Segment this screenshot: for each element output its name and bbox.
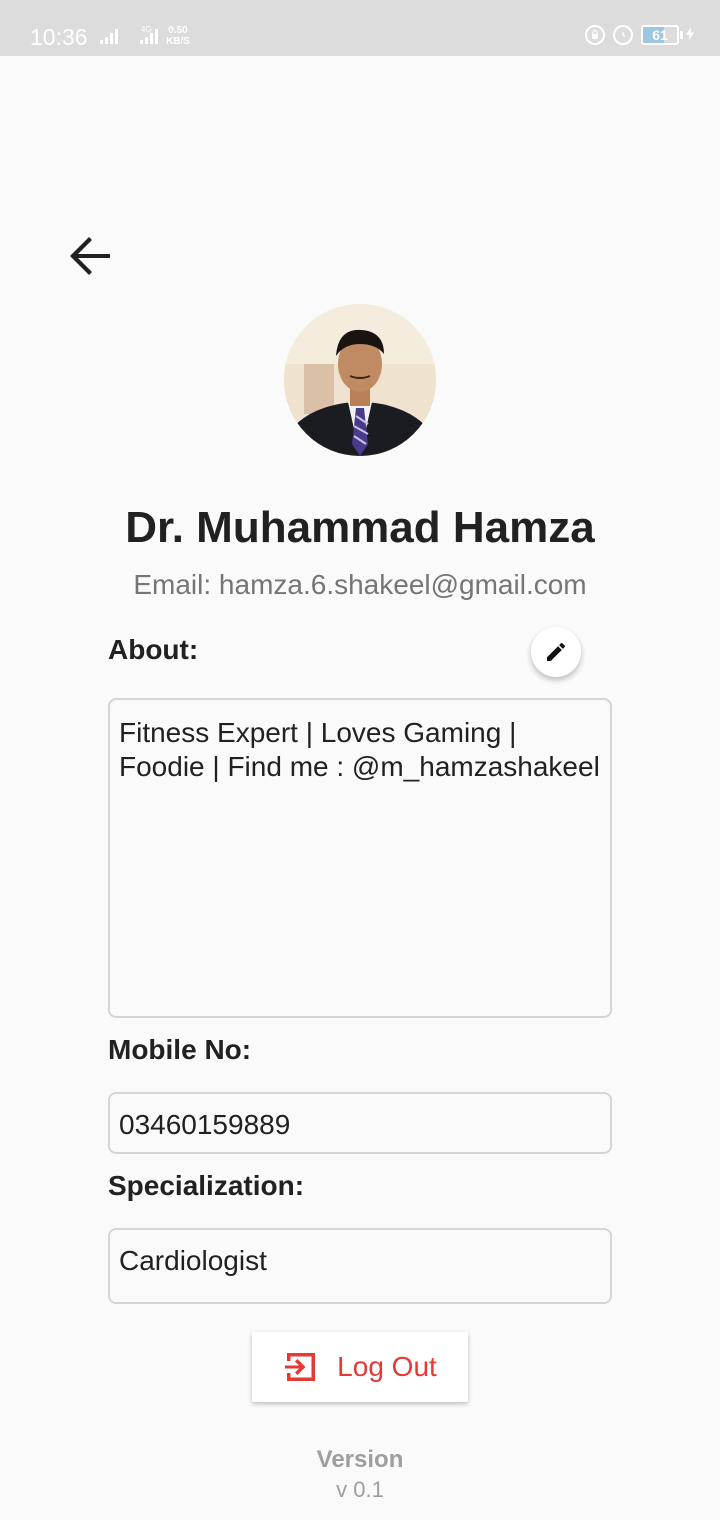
edit-about-button[interactable]	[531, 627, 581, 677]
mobile-field[interactable]: 03460159889	[108, 1092, 612, 1154]
version-number: v 0.1	[336, 1477, 384, 1502]
net-speed-value: 0.50	[168, 25, 188, 36]
profile-name: Dr. Muhammad Hamza	[125, 503, 595, 552]
version-title: Version	[316, 1446, 404, 1473]
specialization-label: Specialization:	[108, 1170, 305, 1201]
exit-icon	[285, 1353, 316, 1381]
signal-icon-2	[140, 28, 158, 44]
alarm-icon	[613, 25, 633, 45]
status-icons: 61	[585, 25, 694, 45]
logout-label: Log Out	[337, 1351, 437, 1382]
logout-button[interactable]: Log Out	[252, 1332, 468, 1402]
about-field[interactable]: Fitness Expert | Loves Gaming | Foodie |…	[108, 698, 612, 1018]
net-speed-unit: KB/S	[166, 36, 190, 47]
battery-icon: 61	[641, 25, 694, 45]
profile-email: Email: hamza.6.shakeel@gmail.com	[133, 569, 587, 600]
signal-icon	[100, 28, 118, 44]
net-speed: 0.50 KB/S	[166, 25, 190, 47]
back-button[interactable]	[60, 228, 120, 284]
pencil-icon	[547, 642, 566, 661]
charging-icon	[686, 26, 694, 44]
about-label: About:	[108, 634, 199, 665]
avatar	[284, 304, 436, 456]
mobile-label: Mobile No:	[108, 1034, 252, 1065]
arrow-back-icon	[70, 237, 110, 275]
battery-level: 61	[652, 27, 668, 43]
status-time: 10:36	[30, 24, 88, 50]
specialization-field[interactable]: Cardiologist	[108, 1228, 612, 1304]
lock-rotation-icon	[585, 25, 605, 45]
status-bar: 10:36 4G 0.50 KB/S 61	[0, 0, 720, 56]
